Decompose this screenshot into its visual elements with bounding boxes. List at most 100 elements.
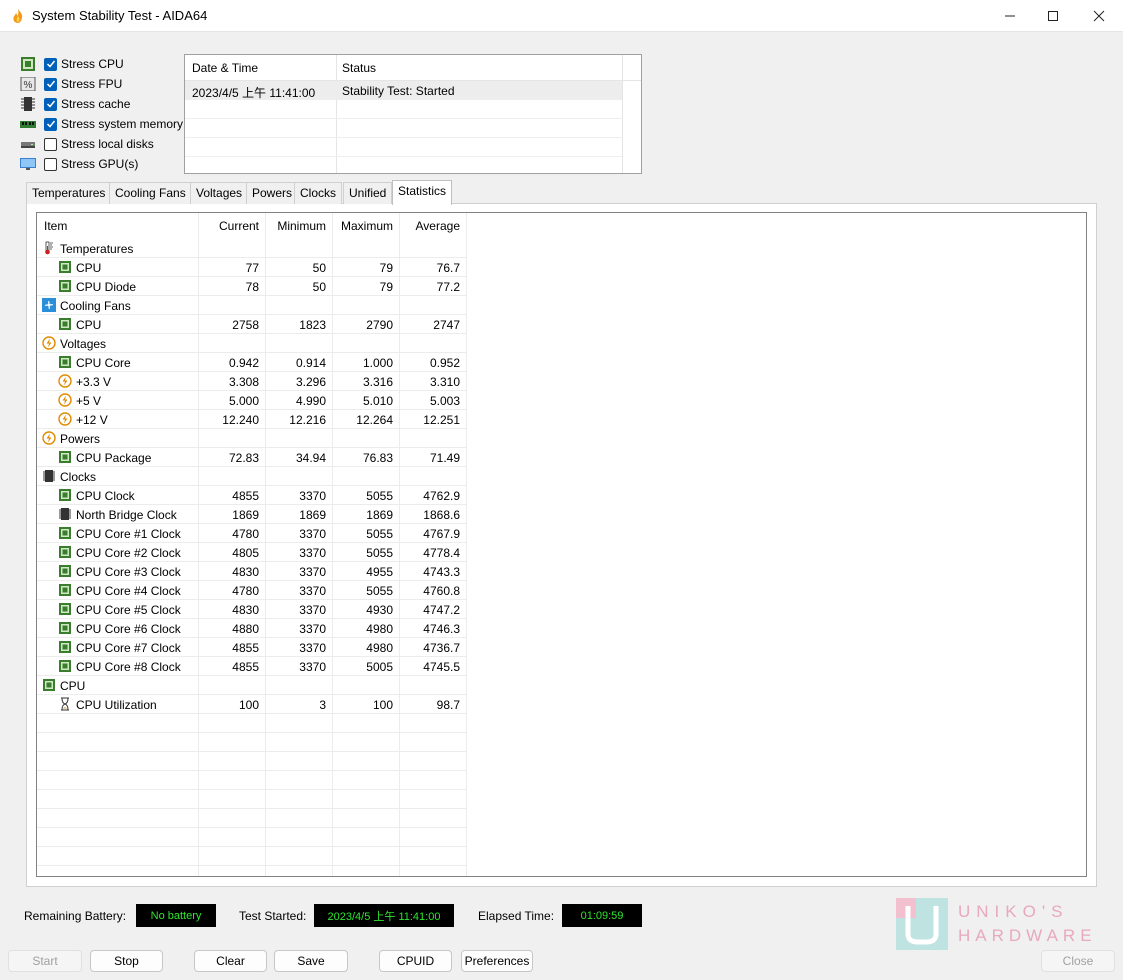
cell-minimum: 0.914	[295, 356, 326, 370]
table-row[interactable]: CPU Core #5 Clock 4830 3370 4930 4747.2	[37, 600, 467, 619]
table-row[interactable]: CPU Core #4 Clock 4780 3370 5055 4760.8	[37, 581, 467, 600]
table-header: Item Current Minimum Maximum Average	[37, 213, 1086, 239]
stress-option-label: Stress cache	[61, 97, 131, 111]
stress-option[interactable]: Stress GPU(s)	[20, 154, 183, 174]
table-row[interactable]: CPU Clock 4855 3370 5055 4762.9	[37, 486, 467, 505]
stress-option[interactable]: Stress system memory	[20, 114, 183, 134]
cell-current: 4855	[232, 641, 259, 655]
row-name: +5 V	[76, 394, 102, 408]
maximize-button[interactable]	[1030, 0, 1076, 32]
col-average[interactable]: Average	[400, 219, 460, 233]
tab-cooling-fans[interactable]: Cooling Fans	[109, 182, 192, 204]
log-row[interactable]: 2023/4/5 上午 11:41:00 Stability Test: Sta…	[185, 81, 622, 100]
start-button[interactable]: Start	[8, 950, 82, 972]
stress-option[interactable]: Stress cache	[20, 94, 183, 114]
row-name: CPU Core	[76, 356, 131, 370]
cell-current: 4805	[232, 546, 259, 560]
table-row[interactable]: CPU Core #6 Clock 4880 3370 4980 4746.3	[37, 619, 467, 638]
stress-checkbox[interactable]	[44, 77, 57, 91]
row-name: Powers	[60, 432, 101, 446]
window-title: System Stability Test - AIDA64	[32, 8, 208, 23]
statistics-table[interactable]: Item Current Minimum Maximum Average Tem…	[36, 212, 1087, 877]
row-name: +3.3 V	[76, 375, 112, 389]
cell-minimum: 3	[319, 698, 326, 712]
cpuid-button[interactable]: CPUID	[379, 950, 452, 972]
table-row[interactable]: +3.3 V 3.308 3.296 3.316 3.310	[37, 372, 467, 391]
stress-checkbox[interactable]	[44, 137, 57, 151]
tab-unified[interactable]: Unified	[343, 182, 393, 204]
table-row[interactable]: CPU 2758 1823 2790 2747	[37, 315, 467, 334]
elapsed-time-label: Elapsed Time:	[478, 909, 555, 923]
table-row[interactable]: CPU Utilization 100 3 100 98.7	[37, 695, 467, 714]
row-name: North Bridge Clock	[76, 508, 177, 522]
cell-current: 5.000	[228, 394, 259, 408]
cpu-chip-icon	[58, 659, 72, 673]
close-button[interactable]: Close	[1041, 950, 1115, 972]
col-current[interactable]: Current	[199, 219, 259, 233]
cell-maximum: 1869	[366, 508, 393, 522]
stress-checkbox[interactable]	[44, 157, 57, 171]
tab-statistics[interactable]: Statistics	[392, 180, 453, 205]
tab-powers[interactable]: Powers	[246, 182, 299, 204]
stress-checkbox[interactable]	[44, 97, 57, 111]
row-name: CPU Clock	[76, 489, 135, 503]
cell-minimum: 3370	[299, 565, 326, 579]
stress-option-label: Stress GPU(s)	[61, 157, 139, 171]
cell-average: 4767.9	[423, 527, 460, 541]
col-item[interactable]: Item	[44, 219, 67, 233]
table-row[interactable]: CPU Core #3 Clock 4830 3370 4955 4743.3	[37, 562, 467, 581]
cell-average: 4760.8	[423, 584, 460, 598]
row-name: Voltages	[60, 337, 107, 351]
group-row[interactable]: Clocks	[37, 467, 467, 486]
group-row[interactable]: Temperatures	[37, 239, 467, 258]
stress-option[interactable]: Stress local disks	[20, 134, 183, 154]
table-row[interactable]: +12 V 12.240 12.216 12.264 12.251	[37, 410, 467, 429]
table-row-empty	[37, 752, 467, 771]
cell-maximum: 4955	[366, 565, 393, 579]
group-row[interactable]: Voltages	[37, 334, 467, 353]
row-name: CPU Diode	[76, 280, 137, 294]
preferences-button[interactable]: Preferences	[461, 950, 533, 972]
clear-button[interactable]: Clear	[194, 950, 267, 972]
minimize-button[interactable]	[987, 0, 1033, 32]
close-window-button[interactable]	[1076, 0, 1122, 32]
group-row[interactable]: Cooling Fans	[37, 296, 467, 315]
col-maximum[interactable]: Maximum	[333, 219, 393, 233]
table-row[interactable]: CPU 77 50 79 76.7	[37, 258, 467, 277]
table-row[interactable]: CPU Core #7 Clock 4855 3370 4980 4736.7	[37, 638, 467, 657]
stress-option-label: Stress FPU	[61, 77, 123, 91]
col-minimum[interactable]: Minimum	[266, 219, 326, 233]
table-row[interactable]: CPU Core #1 Clock 4780 3370 5055 4767.9	[37, 524, 467, 543]
table-row[interactable]: North Bridge Clock 1869 1869 1869 1868.6	[37, 505, 467, 524]
tab-clocks[interactable]: Clocks	[294, 182, 343, 204]
cell-average: 12.251	[423, 413, 460, 427]
tab-temperatures[interactable]: Temperatures	[26, 182, 112, 204]
table-row[interactable]: CPU Package 72.83 34.94 76.83 71.49	[37, 448, 467, 467]
tab-voltages[interactable]: Voltages	[190, 182, 249, 204]
table-row[interactable]: CPU Core 0.942 0.914 1.000 0.952	[37, 353, 467, 372]
cell-minimum: 12.216	[289, 413, 326, 427]
table-row[interactable]: CPU Diode 78 50 79 77.2	[37, 277, 467, 296]
cell-average: 4745.5	[423, 660, 460, 674]
maximize-icon	[1048, 11, 1058, 21]
stop-button[interactable]: Stop	[90, 950, 163, 972]
elapsed-time-value: 01:09:59	[562, 904, 642, 927]
cell-current: 4830	[232, 603, 259, 617]
table-row[interactable]: CPU Core #2 Clock 4805 3370 5055 4778.4	[37, 543, 467, 562]
table-row-empty	[37, 771, 467, 790]
svg-text:%: %	[24, 80, 33, 91]
table-row[interactable]: CPU Core #8 Clock 4855 3370 5005 4745.5	[37, 657, 467, 676]
stress-checkbox[interactable]	[44, 57, 57, 71]
stress-option[interactable]: Stress CPU	[20, 54, 183, 74]
table-row[interactable]: +5 V 5.000 4.990 5.010 5.003	[37, 391, 467, 410]
save-button[interactable]: Save	[274, 950, 348, 972]
stress-option[interactable]: % Stress FPU	[20, 74, 183, 94]
row-name: CPU Core #8 Clock	[76, 660, 181, 674]
group-row[interactable]: Powers	[37, 429, 467, 448]
cpu-chip-icon	[58, 526, 72, 540]
status-log-table[interactable]: Date & Time Status 2023/4/5 上午 11:41:00 …	[184, 54, 642, 176]
stress-checkbox[interactable]	[44, 117, 57, 131]
cell-current: 4855	[232, 489, 259, 503]
group-row[interactable]: CPU	[37, 676, 467, 695]
table-row-empty	[37, 714, 467, 733]
